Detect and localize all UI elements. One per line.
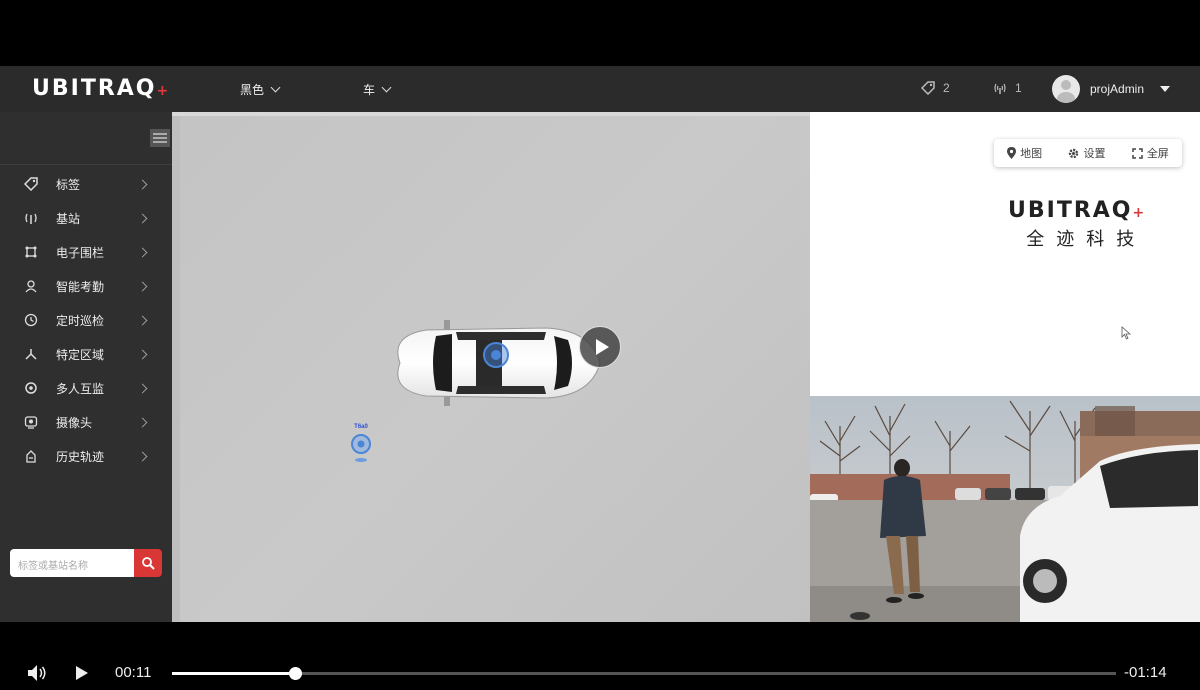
- brand-logo: UBITRAQ+: [1008, 198, 1147, 223]
- car-image: [397, 320, 601, 406]
- right-panel: 地图 设置 全屏 UBITRAQ+ 全迹科技: [810, 112, 1200, 396]
- chevron-right-icon: [137, 315, 148, 325]
- inspection-icon: [24, 313, 38, 327]
- sidebar-item-attendance[interactable]: 智能考勤: [0, 269, 172, 303]
- chevron-right-icon: [137, 451, 148, 461]
- sidebar-item-stations[interactable]: 基站: [0, 201, 172, 235]
- username: projAdmin: [1090, 82, 1145, 96]
- sidebar-divider: [0, 164, 172, 165]
- color-dropdown-label: 黑色: [240, 83, 265, 97]
- play-icon[interactable]: [75, 665, 89, 681]
- map-edge: [172, 112, 180, 622]
- brand-logo: UBITRAQ+: [32, 76, 171, 101]
- mouse-cursor-icon: [1121, 326, 1131, 340]
- company-brand: UBITRAQ+ 全迹科技: [1008, 198, 1146, 251]
- antenna-icon: [24, 211, 38, 225]
- map-button[interactable]: 地图: [1007, 145, 1042, 161]
- gear-icon: [1069, 148, 1079, 158]
- tag-count[interactable]: 2: [921, 81, 950, 95]
- sidebar-item-monitor[interactable]: 多人互监: [0, 371, 172, 405]
- sidebar-item-label: 智能考勤: [56, 279, 105, 294]
- map-toolbar: 地图 设置 全屏: [994, 139, 1182, 167]
- progress-bar[interactable]: [172, 667, 1116, 680]
- video-frame: UBITRAQ+ 黑色 车 2 1 projAdmin 标签 基站 电子围栏 智…: [0, 0, 1200, 690]
- brand-subtitle: 全迹科技: [1026, 229, 1147, 250]
- chevron-right-icon: [137, 213, 148, 223]
- chevron-right-icon: [137, 349, 148, 359]
- chevron-right-icon: [137, 417, 148, 427]
- progress-fill: [172, 672, 295, 675]
- search-button[interactable]: [134, 549, 162, 577]
- sidebar-item-label: 标签: [56, 177, 81, 192]
- map-canvas[interactable]: T6a0: [180, 116, 810, 622]
- search-input[interactable]: 标签或基站名称: [10, 549, 134, 577]
- search-placeholder: 标签或基站名称: [18, 561, 88, 572]
- sidebar-item-label: 电子围栏: [56, 245, 105, 260]
- fence-icon: [24, 245, 38, 259]
- location-marker[interactable]: T6a0: [347, 424, 375, 472]
- chevron-right-icon: [137, 383, 148, 393]
- tag-icon: [921, 81, 935, 95]
- menu-toggle-icon[interactable]: [150, 129, 170, 147]
- video-controls: 00:11 -01:14: [0, 652, 1200, 690]
- attendance-icon: [24, 279, 38, 293]
- volume-icon[interactable]: [27, 664, 49, 682]
- sidebar-item-inspection[interactable]: 定时巡检: [0, 303, 172, 337]
- map-button-label: 地图: [1020, 148, 1043, 160]
- avatar: [1052, 75, 1080, 103]
- fullscreen-button[interactable]: 全屏: [1132, 145, 1169, 161]
- search-icon: [142, 557, 155, 570]
- location-pin-icon: [1007, 147, 1017, 159]
- sidebar-item-tags[interactable]: 标签: [0, 167, 172, 201]
- color-dropdown[interactable]: 黑色: [240, 81, 281, 98]
- history-icon: [24, 449, 38, 463]
- camera-feed-image: [810, 396, 1200, 622]
- tag-count-value: 2: [943, 81, 950, 95]
- sidebar-item-label: 多人互监: [56, 381, 105, 396]
- antenna-icon: [994, 83, 1006, 94]
- station-count[interactable]: 1: [993, 81, 1022, 95]
- chevron-right-icon: [137, 179, 148, 189]
- location-pin-icon: [351, 434, 371, 462]
- chevron-down-icon: [381, 82, 392, 93]
- sidebar-item-label: 特定区域: [56, 347, 105, 362]
- area-icon: [24, 347, 38, 361]
- sidebar-item-label: 历史轨迹: [56, 449, 105, 464]
- chevron-right-icon: [137, 281, 148, 291]
- user-menu[interactable]: projAdmin: [1052, 75, 1171, 103]
- settings-button[interactable]: 设置: [1068, 145, 1105, 161]
- sidebar: 标签 基站 电子围栏 智能考勤 定时巡检 特定区域 多人互监 摄像头 历史轨迹 …: [0, 112, 172, 622]
- fullscreen-icon: [1132, 147, 1143, 159]
- current-time: 00:11: [115, 664, 152, 681]
- sidebar-item-label: 基站: [56, 211, 81, 226]
- sidebar-item-camera[interactable]: 摄像头: [0, 405, 172, 439]
- tag-icon: [24, 177, 38, 191]
- chevron-down-icon: [270, 82, 281, 93]
- sidebar-item-area[interactable]: 特定区域: [0, 337, 172, 371]
- station-count-value: 1: [1015, 81, 1022, 95]
- vehicle-dropdown[interactable]: 车: [363, 81, 392, 98]
- vehicle-dropdown-label: 车: [363, 83, 376, 97]
- play-overlay-button[interactable]: [579, 326, 621, 368]
- monitor-icon: [24, 381, 38, 395]
- sidebar-item-fence[interactable]: 电子围栏: [0, 235, 172, 269]
- camera-icon: [24, 415, 38, 429]
- settings-button-label: 设置: [1083, 148, 1106, 160]
- remaining-time: -01:14: [1124, 664, 1167, 681]
- chevron-right-icon: [137, 247, 148, 257]
- sidebar-item-history[interactable]: 历史轨迹: [0, 439, 172, 473]
- caret-down-icon: [1160, 86, 1171, 92]
- sidebar-item-label: 定时巡检: [56, 313, 105, 328]
- top-navbar: UBITRAQ+ 黑色 车 2 1 projAdmin: [0, 66, 1200, 112]
- sidebar-item-label: 摄像头: [56, 415, 93, 430]
- progress-handle[interactable]: [288, 667, 302, 680]
- fullscreen-button-label: 全屏: [1146, 148, 1169, 160]
